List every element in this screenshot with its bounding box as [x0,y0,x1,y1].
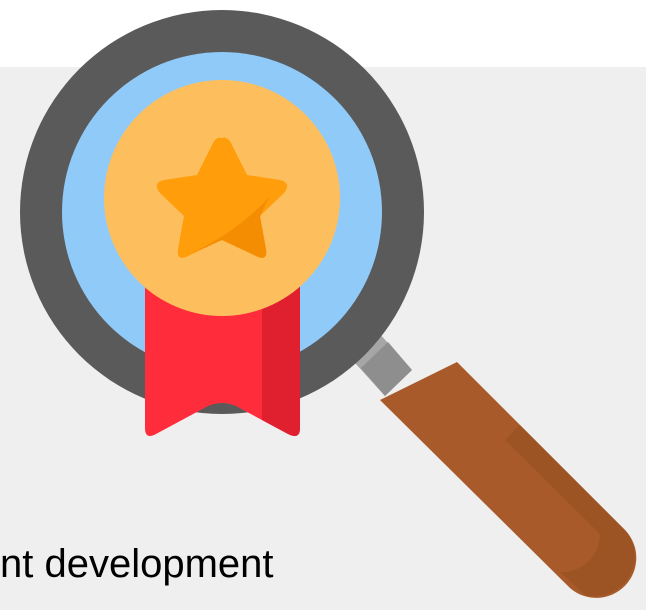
magnifier-handle [380,362,637,598]
magnifier-award-icon [20,10,637,598]
